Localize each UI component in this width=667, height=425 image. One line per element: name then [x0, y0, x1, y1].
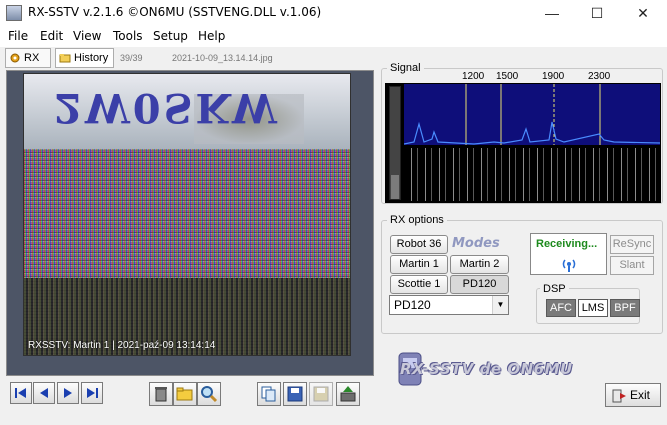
folder-open-icon: [176, 387, 193, 401]
maximize-button[interactable]: ☐: [574, 0, 620, 27]
mode-scottie1-button[interactable]: Scottie 1: [390, 275, 448, 294]
play-forward-icon: [64, 388, 72, 398]
copy-button[interactable]: [257, 382, 281, 406]
chevron-down-icon[interactable]: ▼: [492, 296, 508, 314]
mode-martin1-button[interactable]: Martin 1: [390, 255, 448, 274]
app-logo-text: RX-SSTV de ON6MU: [400, 360, 573, 378]
history-filename: 2021-10-09_13.14.14.jpg: [172, 53, 273, 63]
slant-button[interactable]: Slant: [610, 256, 654, 275]
gear-icon: [9, 52, 21, 64]
bpf-toggle[interactable]: BPF: [610, 299, 640, 317]
menu-setup[interactable]: Setup: [153, 29, 188, 43]
trash-icon: [155, 387, 167, 402]
image-callsign-graphic: 2W0SKW: [54, 84, 280, 131]
image-noise-region: [24, 149, 350, 278]
zoom-button[interactable]: [197, 382, 221, 406]
waterfall-display: [404, 148, 660, 201]
save-all-icon: [313, 386, 329, 402]
window-title: RX-SSTV v.2.1.6 ©ON6MU (SSTVENG.DLL v.1.…: [28, 5, 322, 19]
play-back-icon: [40, 388, 48, 398]
freq-label-2300: 2300: [588, 71, 611, 82]
tab-rx[interactable]: RX: [5, 48, 51, 68]
folder-icon: [59, 52, 71, 64]
tab-rx-label: RX: [24, 52, 40, 64]
dsp-title: DSP: [540, 283, 569, 295]
save-button[interactable]: [283, 382, 307, 406]
mode-pd120-button[interactable]: PD120: [450, 275, 509, 294]
sstv-image: 2W0SKW RXSSTV: Martin 1 | 2021-paź-09 13…: [23, 73, 351, 356]
tab-history[interactable]: History: [55, 48, 114, 68]
signal-title: Signal: [387, 62, 424, 74]
freq-label-1200: 1200: [462, 71, 485, 82]
receiving-status: Receiving...: [536, 238, 598, 250]
rx-options-title: RX options: [387, 214, 447, 226]
mode-martin2-button[interactable]: Martin 2: [450, 255, 509, 274]
antenna-icon: [559, 256, 579, 275]
mode-select[interactable]: PD120 ▼: [389, 295, 509, 315]
image-caption: RXSSTV: Martin 1 | 2021-paź-09 13:14:14: [28, 340, 216, 351]
copy-icon: [261, 386, 276, 402]
menu-help[interactable]: Help: [198, 29, 225, 43]
save-as-button[interactable]: [309, 382, 333, 406]
upload-button[interactable]: [336, 382, 360, 406]
mode-select-value: PD120: [394, 298, 431, 312]
signal-level-bar: [389, 86, 401, 200]
receiving-indicator: Receiving...: [530, 233, 607, 275]
magnifier-icon: [201, 386, 218, 403]
freq-label-1900: 1900: [542, 71, 565, 82]
last-image-button[interactable]: [81, 382, 103, 404]
exit-label: Exit: [629, 388, 650, 402]
delete-button[interactable]: [149, 382, 173, 406]
freq-label-1500: 1500: [496, 71, 519, 82]
close-button[interactable]: ✕: [620, 0, 666, 27]
menu-file[interactable]: File: [8, 29, 28, 43]
mode-robot36-button[interactable]: Robot 36: [390, 235, 448, 254]
previous-image-button[interactable]: [33, 382, 55, 404]
skip-first-icon: [15, 388, 26, 398]
menu-tools[interactable]: Tools: [113, 29, 143, 43]
spectrum-display: [403, 84, 661, 145]
resync-button[interactable]: ReSync: [610, 235, 654, 254]
save-icon: [287, 386, 303, 402]
exit-button[interactable]: Exit: [605, 383, 661, 407]
tab-history-label: History: [74, 52, 109, 64]
minimize-button[interactable]: —: [529, 0, 575, 27]
menu-view[interactable]: View: [73, 29, 101, 43]
skip-last-icon: [87, 388, 98, 398]
history-counter: 39/39: [120, 53, 143, 63]
app-icon[interactable]: [6, 5, 22, 21]
lms-toggle[interactable]: LMS: [578, 299, 608, 317]
modes-logo: Modes: [452, 236, 500, 251]
first-image-button[interactable]: [10, 382, 32, 404]
menu-edit[interactable]: Edit: [40, 29, 63, 43]
upload-icon: [340, 386, 356, 402]
exit-icon: [612, 388, 628, 410]
open-folder-button[interactable]: [173, 382, 197, 406]
afc-toggle[interactable]: AFC: [546, 299, 576, 317]
next-image-button[interactable]: [57, 382, 79, 404]
